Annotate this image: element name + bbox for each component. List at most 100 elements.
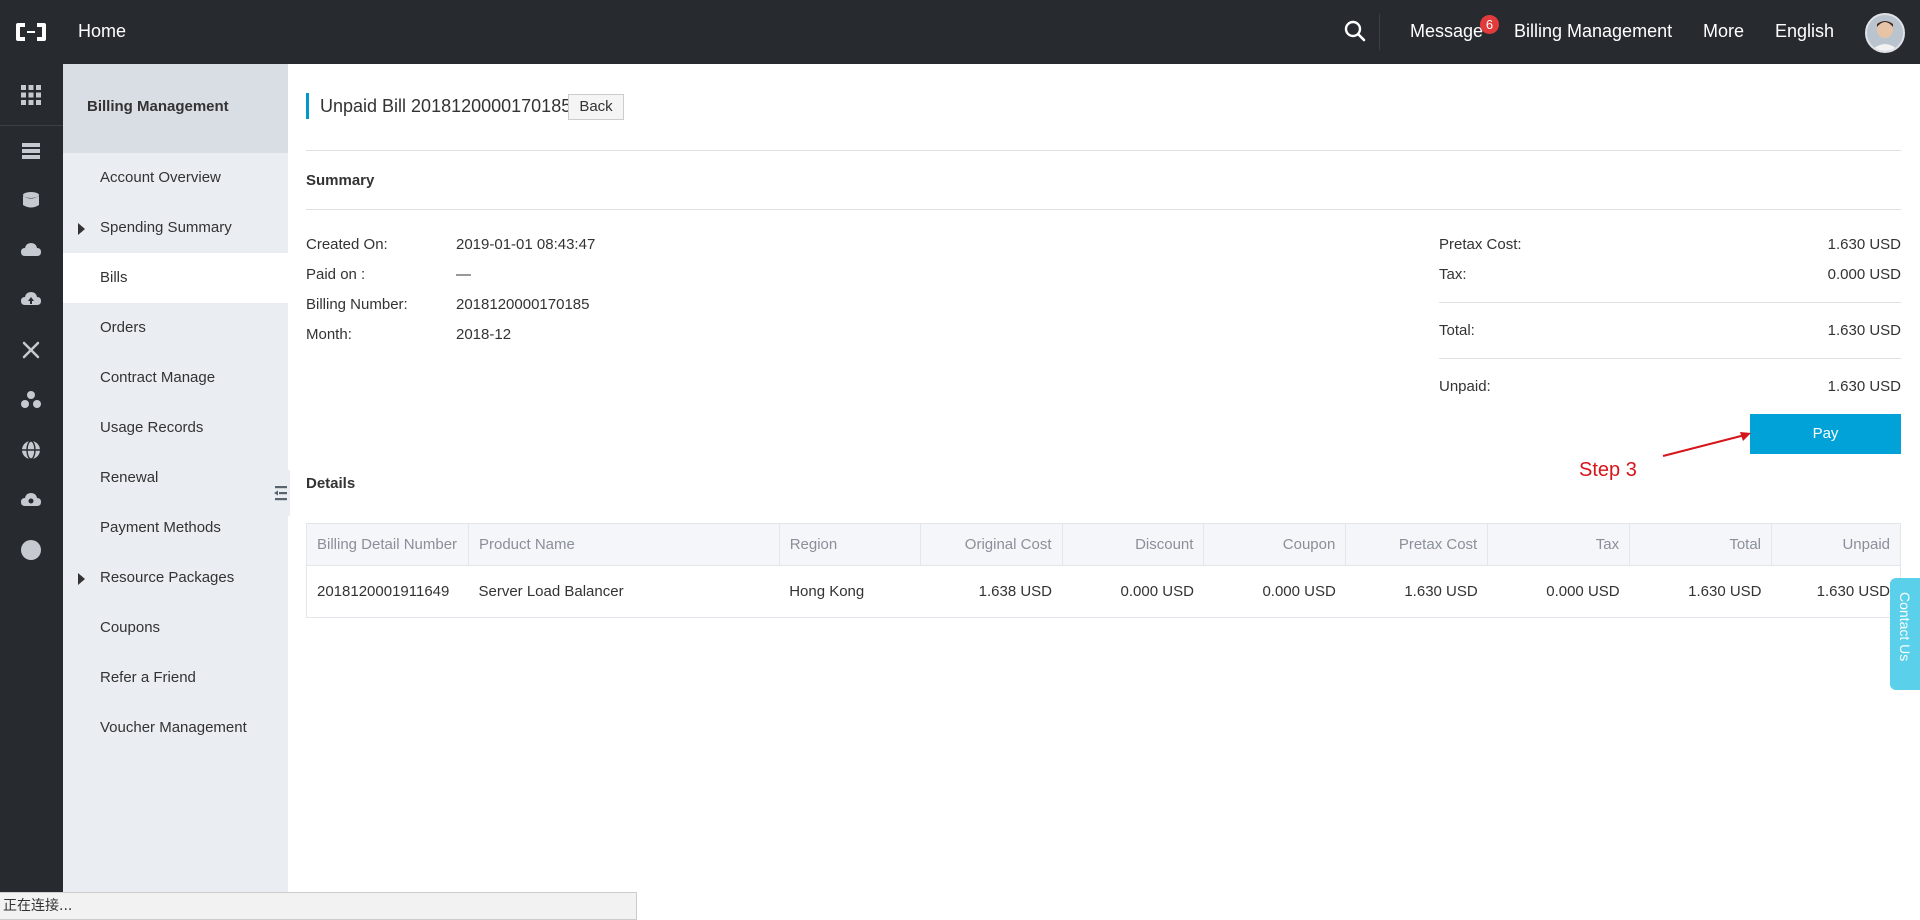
annotation-arrow-icon [1662,432,1751,457]
billing-detail-number-link[interactable]: 2018120001911649 [306,565,469,618]
table-row: 2018120001911649 Server Load Balancer Ho… [306,565,1901,618]
table-cell: Hong Kong [779,565,921,618]
table-cell: 0.000 USD [1062,565,1204,618]
sidebar-item-label: Resource Packages [100,569,235,586]
back-button[interactable]: Back [568,94,624,120]
divider [306,150,1901,151]
table-cell: Server Load Balancer [468,565,780,618]
step-annotation: Step 3 [1579,459,1637,481]
table-cell: 0.000 USD [1203,565,1346,618]
page-title-bar: Unpaid Bill 2018120000170185 [306,93,571,119]
message-count-badge: 6 [1480,15,1499,34]
sidebar-item-label: Payment Methods [100,519,221,536]
billing-number-value: 2018120000170185 [456,296,590,313]
summary-section-title: Summary [306,172,375,189]
created-on-value: 2019-01-01 08:43:47 [456,236,596,253]
billing-management-nav-item[interactable]: Billing Management [1514,21,1672,42]
sidebar-item-label: Bills [100,269,128,286]
cloud-upload-icon[interactable] [20,239,42,261]
paid-on-label: Paid on : [306,266,366,283]
table-cell: 0.000 USD [1487,565,1630,618]
sidebar-item-orders[interactable]: Orders [63,303,288,353]
sidebar-item-refer-a-friend[interactable]: Refer a Friend [63,653,288,703]
sidebar-item-label: Orders [100,319,146,336]
network-nodes-icon[interactable] [20,339,42,361]
pretax-cost-label: Pretax Cost: [1439,236,1522,253]
total-value: 1.630 USD [1827,322,1901,339]
divider [1439,302,1901,303]
column-header: Discount [1061,523,1205,566]
search-icon[interactable] [1343,19,1367,43]
sidebar-collapse-toggle[interactable] [270,470,290,516]
sidebar-item-renewal[interactable]: Renewal [63,453,288,503]
rail-divider [0,125,63,126]
sidebar-item-account-overview[interactable]: Account Overview [63,153,288,203]
sidebar-item-contract-manage[interactable]: Contract Manage [63,353,288,403]
expand-caret-icon [78,223,85,235]
tax-value: 0.000 USD [1827,266,1901,283]
sidebar-title: Billing Management [63,64,288,153]
contact-us-label: Contact Us [1897,592,1913,662]
tax-label: Tax: [1439,266,1467,283]
contact-us-tab[interactable]: Contact Us [1890,578,1920,690]
created-on-label: Created On: [306,236,388,253]
month-label: Month: [306,326,352,343]
sidebar-item-bills[interactable]: Bills [63,253,288,303]
top-navigation-bar: Home Message 6 Billing Management More E… [0,0,1920,64]
sidebar-item-label: Coupons [100,619,161,636]
user-avatar[interactable] [1865,13,1905,53]
cluster-icon[interactable] [20,389,42,411]
column-header: Tax [1487,523,1631,566]
home-link[interactable]: Home [78,21,126,42]
expand-caret-icon [78,573,85,585]
bill-detail-main: Unpaid Bill 2018120000170185 Back Summar… [306,64,1901,894]
page-title: Unpaid Bill 2018120000170185 [320,96,572,116]
sidebar-item-label: Refer a Friend [100,669,196,686]
cloud-logo-icon[interactable] [14,20,48,44]
globe-icon[interactable] [20,439,42,461]
collapse-menu-icon [274,486,287,501]
sidebar-item-label: Renewal [100,469,159,486]
billing-number-label: Billing Number: [306,296,408,313]
column-header: Coupon [1203,523,1347,566]
more-nav-item[interactable]: More [1703,21,1744,42]
product-icon-rail [0,64,63,920]
column-header: Region [778,523,921,566]
table-header-row: Billing Detail Number Product Name Regio… [306,523,1901,566]
sidebar-item-resource-packages[interactable]: Resource Packages [63,553,288,603]
sidebar-item-label: Contract Manage [100,369,216,386]
cloud-transfer-icon[interactable] [20,289,42,311]
column-header: Billing Detail Number [306,523,469,566]
language-selector[interactable]: English [1775,21,1834,42]
divider [1439,358,1901,359]
details-section-title: Details [306,475,356,492]
database-icon[interactable] [20,189,42,211]
sidebar-item-voucher-management[interactable]: Voucher Management [63,703,288,753]
circle-icon[interactable] [20,539,42,561]
unpaid-value: 1.630 USD [1827,378,1901,395]
sidebar-item-coupons[interactable]: Coupons [63,603,288,653]
server-stack-icon[interactable] [20,140,42,162]
table-cell: 1.630 USD [1345,565,1488,618]
table-cell: 1.630 USD [1629,565,1772,618]
bill-details-table: Billing Detail Number Product Name Regio… [306,523,1901,618]
browser-status-bar: 正在连接... [0,892,637,920]
month-value: 2018-12 [456,326,512,343]
sidebar-item-usage-records[interactable]: Usage Records [63,403,288,453]
sidebar-item-label: Voucher Management [100,719,247,736]
column-header: Pretax Cost [1345,523,1489,566]
column-header: Original Cost [919,523,1063,566]
column-header: Product Name [467,523,780,566]
sidebar-item-label: Spending Summary [100,219,232,236]
paid-on-value: — [456,266,471,283]
pay-button[interactable]: Pay [1750,414,1901,454]
unpaid-label: Unpaid: [1439,378,1491,395]
divider [306,209,1901,210]
sidebar-item-label: Usage Records [100,419,204,436]
topbar-divider [1379,14,1380,50]
grid-apps-icon[interactable] [20,84,42,106]
message-nav-item[interactable]: Message [1410,21,1483,42]
sidebar-item-payment-methods[interactable]: Payment Methods [63,503,288,553]
sidebar-item-spending-summary[interactable]: Spending Summary [63,203,288,253]
cloud-settings-icon[interactable] [20,489,42,511]
